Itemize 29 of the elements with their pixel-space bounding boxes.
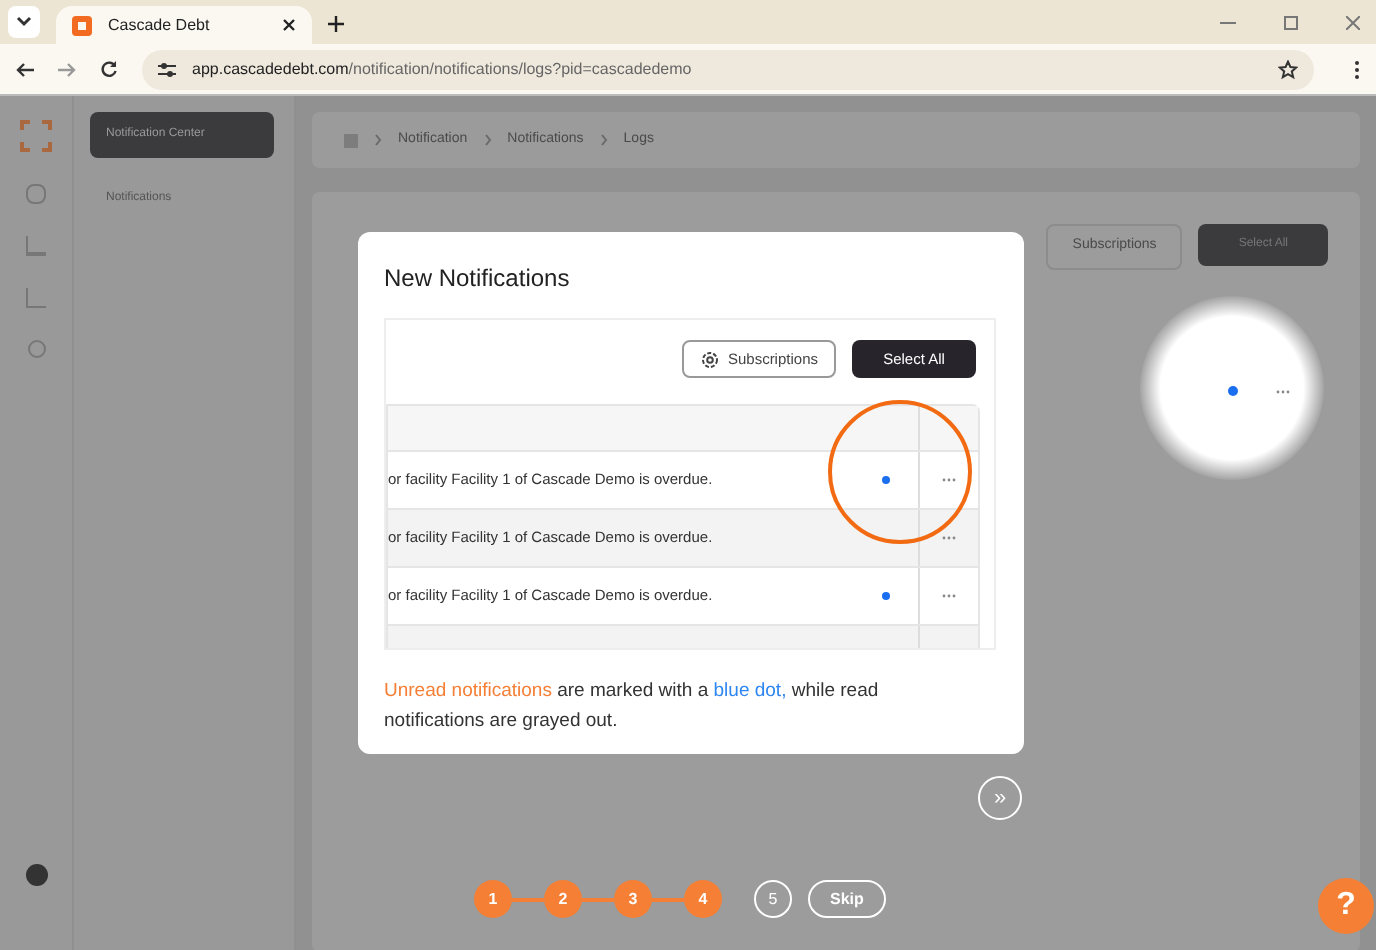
logo-icon (72, 15, 92, 35)
address-bar[interactable]: app.cascadedebt.com/notification/notifications/logs?pid=cascadedemo (142, 49, 1314, 89)
close-window-icon[interactable] (1346, 16, 1360, 30)
close-icon[interactable] (282, 18, 296, 32)
url-text: app.cascadedebt.com/notification/notifications/logs?pid=cascadedemo (192, 57, 694, 81)
forward-icon[interactable] (58, 61, 76, 77)
step-indicator[interactable]: 5 (754, 880, 792, 918)
tab-title: Cascade Debt (108, 13, 212, 37)
settings-icon[interactable] (25, 864, 47, 886)
next-button[interactable]: » (978, 776, 1022, 820)
bookmark-star-icon[interactable] (1278, 59, 1298, 79)
maximize-icon[interactable] (1284, 16, 1298, 30)
new-tab-icon[interactable] (328, 16, 344, 32)
tab-list-button[interactable] (8, 6, 40, 38)
chevron-right-icon (483, 134, 492, 146)
skip-button[interactable]: Skip (808, 880, 886, 918)
reload-icon[interactable] (100, 60, 118, 78)
highlighted-link[interactable]: blue dot, (713, 680, 787, 702)
browser-tab[interactable]: Cascade Debt (56, 6, 312, 44)
chevron-down-icon (16, 16, 32, 28)
chevron-right-icon (374, 134, 382, 146)
modal-title: New Notifications (384, 262, 572, 296)
site-settings-icon (158, 61, 176, 77)
caption-text: Unread notifications are marked with a blue dot, while read notifications are grayed out. (384, 678, 881, 736)
logo-icon (20, 120, 52, 152)
settings-icon (699, 349, 720, 369)
back-icon[interactable] (16, 61, 34, 77)
menu-icon[interactable] (1354, 59, 1360, 79)
chevron-right-icon (599, 134, 608, 146)
